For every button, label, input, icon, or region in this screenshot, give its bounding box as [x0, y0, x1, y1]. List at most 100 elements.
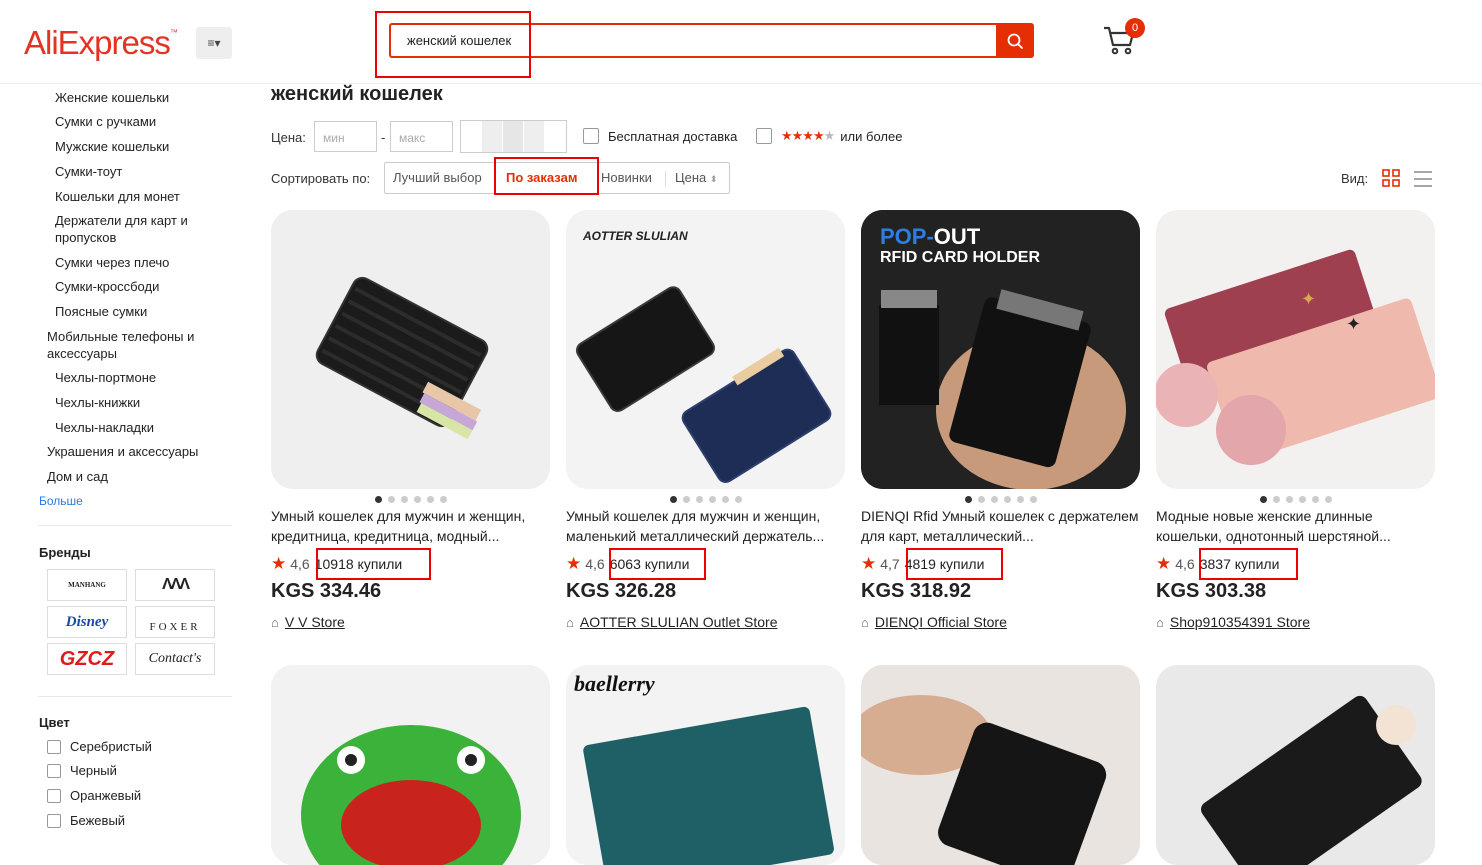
sort-price[interactable]: Цена ⬍: [675, 163, 717, 193]
brand-logo-disney[interactable]: Disney: [47, 606, 127, 638]
color-option[interactable]: Черный: [47, 763, 117, 778]
product-title[interactable]: DIENQI Rfid Умный кошелек с держателем д…: [861, 506, 1140, 546]
category-item[interactable]: Чехлы-накладки: [55, 419, 154, 436]
image-carousel-dots[interactable]: [566, 496, 845, 503]
search-button[interactable]: [996, 23, 1034, 58]
category-item[interactable]: Женские кошельки: [55, 89, 169, 106]
cart-count-badge: 0: [1125, 18, 1145, 38]
image-carousel-dots[interactable]: [1156, 496, 1435, 503]
price-histogram[interactable]: [460, 120, 567, 153]
price-max-input[interactable]: макс: [390, 121, 453, 152]
store-link[interactable]: ⌂ Shop910354391 Store: [1156, 614, 1310, 630]
product-image[interactable]: POP-OUT RFID CARD HOLDER: [861, 210, 1140, 489]
category-item[interactable]: Держатели для карт и пропусков: [55, 212, 205, 246]
sort-best-match[interactable]: Лучший выбор: [393, 163, 482, 193]
color-option[interactable]: Бежевый: [47, 813, 125, 828]
category-item[interactable]: Чехлы-портмоне: [55, 369, 156, 386]
rating-filter[interactable]: ★★★★★ или более: [756, 128, 902, 144]
product-price: KGS 318.92: [861, 580, 972, 602]
product-image[interactable]: [271, 210, 550, 489]
brand-logo-foxer[interactable]: FOXER: [135, 606, 215, 638]
categories-menu-button[interactable]: ≡▾: [196, 27, 232, 59]
checkbox[interactable]: [47, 813, 61, 828]
color-option[interactable]: Оранжевый: [47, 788, 141, 803]
color-title: Цвет: [39, 715, 70, 730]
svg-text:✦: ✦: [1346, 314, 1361, 334]
product-card[interactable]: [1156, 665, 1435, 865]
free-shipping-filter[interactable]: Бесплатная доставка: [583, 128, 737, 144]
star-icon: ★: [271, 554, 287, 573]
promo-subtitle: RFID CARD HOLDER: [880, 249, 1040, 266]
category-item[interactable]: Сумки с ручками: [55, 113, 156, 130]
category-item[interactable]: Кошельки для монет: [55, 188, 180, 205]
image-carousel-dots[interactable]: [271, 496, 550, 503]
product-title[interactable]: Умный кошелек для мужчин и женщин, мален…: [566, 506, 845, 546]
category-item[interactable]: Мужские кошельки: [55, 138, 169, 155]
sold-highlight-box: [609, 548, 706, 580]
color-option[interactable]: Серебристый: [47, 739, 152, 754]
header: AliExpress™ ≡▾ 0: [0, 0, 1482, 84]
price-min-input[interactable]: мин: [314, 121, 377, 152]
checkbox[interactable]: [47, 739, 61, 754]
product-card[interactable]: [271, 665, 550, 865]
sold-highlight-box: [906, 548, 1003, 580]
list-view-icon[interactable]: [1413, 170, 1433, 188]
category-item[interactable]: Сумки-тоут: [55, 163, 122, 180]
divider: [38, 696, 232, 697]
brand-logo-gzcz[interactable]: GZCZ: [47, 643, 127, 675]
category-item[interactable]: Чехлы-книжки: [55, 394, 140, 411]
category-item[interactable]: Дом и сад: [47, 468, 108, 485]
sort-highlight-box: [494, 157, 599, 195]
stars-icon: ★★★★★: [781, 128, 835, 143]
store-icon: ⌂: [271, 614, 279, 630]
product-price: KGS 326.28: [566, 580, 677, 602]
store-icon: ⌂: [861, 614, 869, 630]
checkbox[interactable]: [756, 128, 772, 144]
page-title: женский кошелек: [271, 83, 443, 105]
product-image[interactable]: [271, 665, 550, 865]
category-item[interactable]: Сумки через плечо: [55, 254, 169, 271]
sold-highlight-box: [316, 548, 431, 580]
brand-logo-manhang[interactable]: MANHANG: [47, 569, 127, 601]
product-image[interactable]: [861, 665, 1140, 865]
star-icon: ★: [861, 554, 877, 573]
product-card[interactable]: baellerry: [566, 665, 845, 865]
star-icon: ★: [566, 554, 582, 573]
checkbox[interactable]: [47, 763, 61, 778]
product-image[interactable]: ✦ ✦: [1156, 210, 1435, 489]
brand-text: AOTTER SLULIAN: [582, 229, 688, 243]
product-price: KGS 303.38: [1156, 580, 1267, 602]
store-link[interactable]: ⌂ DIENQI Official Store: [861, 614, 1007, 630]
store-icon: ⌂: [1156, 614, 1164, 630]
svg-text:✦: ✦: [1301, 289, 1316, 309]
sort-newest[interactable]: Новинки: [601, 163, 652, 193]
sold-highlight-box: [1199, 548, 1298, 580]
brand-logo-contacts[interactable]: Contact's: [135, 643, 215, 675]
store-link[interactable]: ⌂ V V Store: [271, 614, 345, 630]
price-label: Цена:: [271, 130, 306, 145]
image-carousel-dots[interactable]: [861, 496, 1140, 503]
product-image[interactable]: baellerry: [566, 665, 845, 865]
product-title[interactable]: Модные новые женские длинные кошельки, о…: [1156, 506, 1435, 546]
divider: [38, 525, 232, 526]
aliexpress-logo[interactable]: AliExpress™: [24, 24, 178, 62]
category-item[interactable]: Украшения и аксессуары: [47, 443, 198, 460]
sort-arrows-icon: ⬍: [709, 174, 718, 184]
product-image[interactable]: AOTTER SLULIAN: [566, 210, 845, 489]
category-item[interactable]: Сумки-кроссбоди: [55, 278, 159, 295]
star-icon: ★: [1156, 554, 1172, 573]
checkbox[interactable]: [47, 788, 61, 803]
grid-view-icon[interactable]: [1382, 169, 1400, 187]
brand-text: baellerry: [574, 671, 655, 696]
more-categories-link[interactable]: Больше: [39, 494, 83, 508]
product-image[interactable]: [1156, 665, 1435, 865]
category-item[interactable]: Поясные сумки: [55, 303, 147, 320]
brand-logo-mva[interactable]: ΛΛΛ: [135, 569, 215, 601]
product-card[interactable]: [861, 665, 1140, 865]
store-link[interactable]: ⌂ AOTTER SLULIAN Outlet Store: [566, 614, 777, 630]
search-highlight-box: [375, 11, 531, 78]
category-item[interactable]: Мобильные телефоны и аксессуары: [47, 328, 222, 362]
view-label: Вид:: [1341, 171, 1369, 186]
checkbox[interactable]: [583, 128, 599, 144]
product-title[interactable]: Умный кошелек для мужчин и женщин, креди…: [271, 506, 550, 546]
